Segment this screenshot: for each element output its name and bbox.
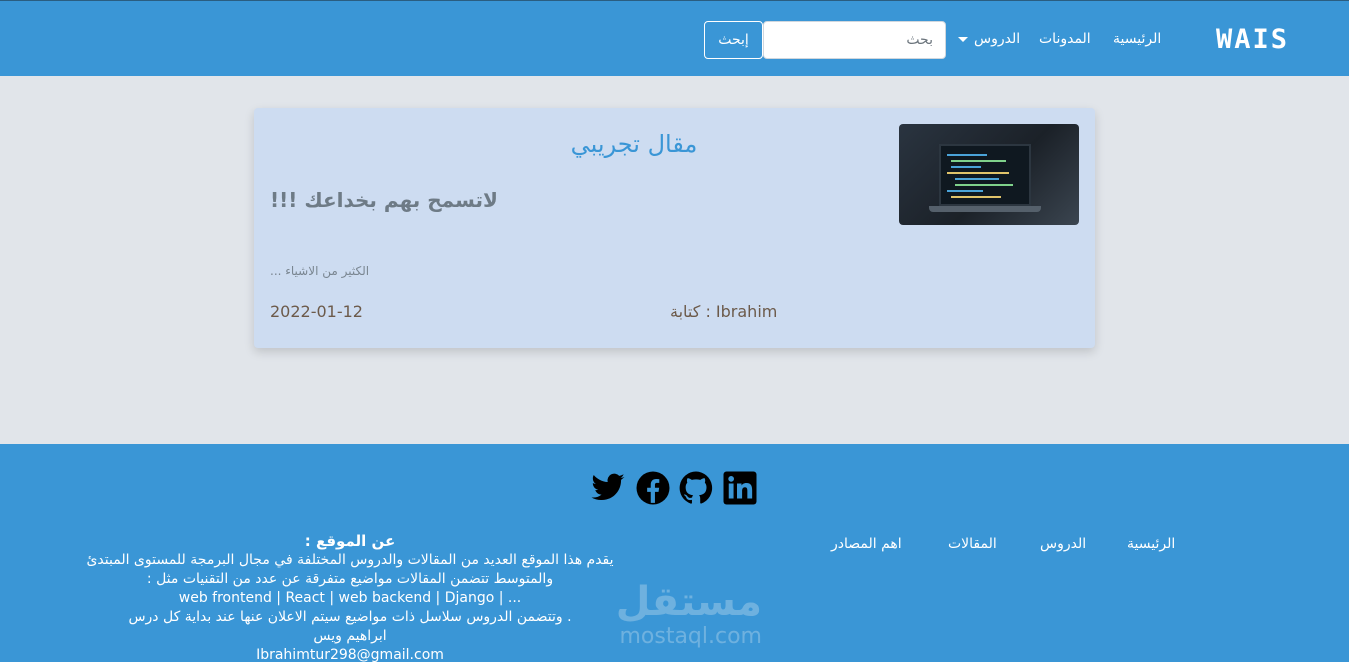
about-technologies: web frontend | React | web backend | Dja… [178,590,522,606]
facebook-icon[interactable] [635,470,671,506]
nav-home-link[interactable]: الرئيسية [1113,31,1161,47]
search-input[interactable] [763,21,946,59]
article-excerpt: الكثير من الاشياء ... [270,264,370,278]
about-text: والمتوسط تتضمن المقالات مواضيع متفرقة عن… [146,571,554,587]
github-icon[interactable] [678,470,714,506]
brand-name: WAIS [1216,24,1290,55]
top-navbar: WAIS الرئيسية المدونات الدروس إبحث [0,0,1349,76]
code-line [955,178,999,180]
linkedin-icon[interactable] [722,470,758,506]
nav-blogs-link[interactable]: المدونات [1039,31,1091,47]
code-line [951,196,1001,198]
author-email[interactable]: Ibrahimtur298@gmail.com [30,646,670,662]
footer-articles-link[interactable]: المقالات [948,536,997,552]
nav-courses-label: الدروس [974,31,1021,47]
article-subtitle: لاتسمح بهم بخداعك !!! [270,188,870,212]
nav-courses-dropdown[interactable]: الدروس [958,31,1020,47]
author-name: ابراهيم ويس [313,628,387,644]
footer-home-link[interactable]: الرئيسية [1127,536,1175,552]
article-subtitle-text: لاتسمح بهم بخداعك !!! [270,188,498,212]
article-date: 2022-01-12 [270,302,363,321]
chevron-down-icon [958,36,968,42]
laptop-screen-graphic [939,144,1031,206]
about-title: عن الموقع : [304,532,396,550]
article-card[interactable]: مقال تجريبي لاتسمح بهم بخداعك !!! الكثير… [254,108,1095,348]
search-button[interactable]: إبحث [704,21,763,59]
footer-courses-link[interactable]: الدروس [1040,536,1086,552]
article-title[interactable]: مقال تجريبي [434,130,834,158]
code-line [951,160,1006,162]
code-line [947,172,1009,174]
code-line [951,166,981,168]
footer-sources-link[interactable]: اهم المصادر [831,536,902,552]
article-thumbnail[interactable] [899,124,1079,225]
about-text: يقدم هذا الموقع العديد من المقالات والدر… [86,552,614,568]
laptop-base-graphic [929,206,1041,212]
code-line [947,154,987,156]
code-line [955,184,1013,186]
code-line [947,190,983,192]
twitter-icon[interactable] [590,470,626,506]
brand-logo[interactable]: WAIS [1216,25,1302,55]
article-author: كتابة : Ibrahim [670,302,778,321]
about-section: عن الموقع : يقدم هذا الموقع العديد من ال… [30,532,670,662]
about-text: . وتتضمن الدروس سلاسل ذات مواضيع سيتم ال… [128,609,572,625]
